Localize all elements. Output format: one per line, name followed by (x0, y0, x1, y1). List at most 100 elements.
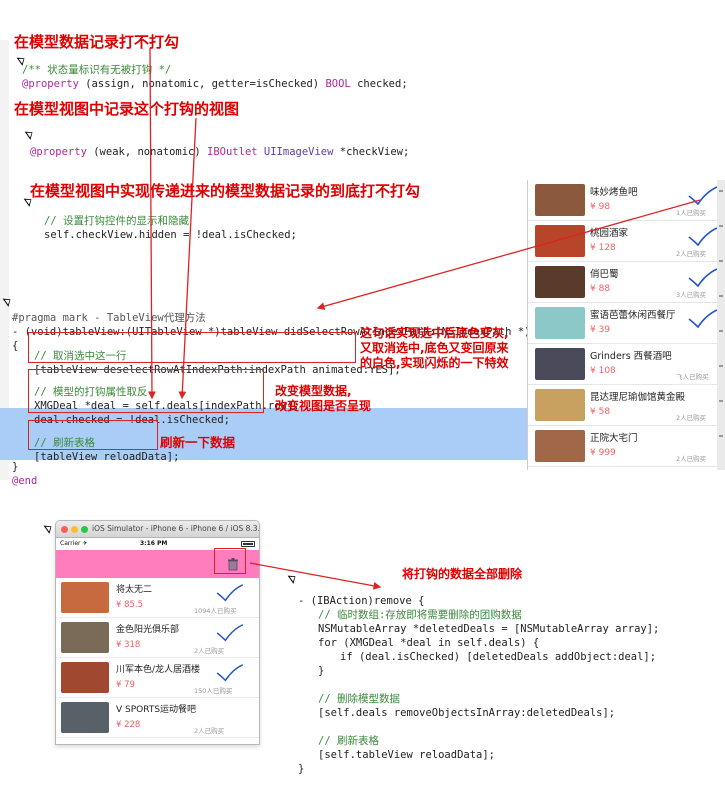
code-line: @property (assign, nonatomic, getter=isC… (22, 78, 408, 90)
deal-title: 金色阳光俱乐部 (116, 625, 180, 635)
deal-title: 蜜语芭蕾休闲西餐厅 (590, 310, 676, 321)
deal-thumbnail (535, 266, 585, 298)
deals-table-view[interactable]: 味妙烤鱼吧 ¥ 98 1人已购买 桃园酒家 ¥ 128 2人已购买 俏巴蜀 ¥ 88 3人已购买… (527, 180, 724, 470)
deal-row[interactable]: 俏巴蜀 ¥ 88 3人已购买 (528, 262, 724, 303)
mouse-cursor-icon (287, 572, 299, 584)
deal-price: ¥ 39 (590, 325, 611, 335)
deal-sold-count: 150人已购买 (194, 687, 233, 695)
code-block-checkview-outlet: @property (weak, nonatomic) IBOutlet UII… (30, 131, 409, 159)
deal-sold-count: 2人已购买 (676, 250, 707, 258)
deal-row[interactable]: 将太无二 ¥ 85.5 1094人已购买 (56, 578, 259, 618)
deal-title: 桃园酒家 (590, 228, 629, 239)
deal-sold-count: 2人已购买 (676, 414, 707, 422)
carrier-label: Carrier ✈ (60, 540, 88, 547)
code-line: [self.deals removeObjectsInArray:deleted… (318, 707, 616, 719)
mouse-cursor-icon (43, 522, 55, 534)
checkmark-icon (216, 624, 244, 642)
close-button[interactable] (61, 526, 68, 533)
deal-title: 昆达理尼瑜伽馆黄金殿 (590, 392, 686, 403)
deal-row[interactable]: 蜜语芭蕾休闲西餐厅 ¥ 39 (528, 303, 724, 344)
code-line: } (318, 665, 325, 677)
code-brace: } (12, 461, 19, 473)
deal-price: ¥ 128 (590, 243, 616, 253)
deal-thumbnail (535, 389, 585, 421)
status-time: 3:16 PM (140, 540, 168, 547)
code-comment: /** 状态量标识有无被打钩 */ (22, 64, 172, 76)
deal-row[interactable]: 桃园酒家 ¥ 128 2人已购买 (528, 221, 724, 262)
scroll-tick (719, 330, 723, 332)
deal-sold-count: 2人已购买 (194, 647, 225, 655)
checkmark-icon (216, 584, 244, 602)
checkmark-icon (688, 227, 718, 247)
deal-row[interactable]: Grinders 西餐酒吧 ¥ 108 飞人已购买 (528, 344, 724, 385)
code-comment: // 刷新表格 (318, 735, 379, 747)
annotation-model-view-record: 在模型视图中记录这个打钩的视图 (14, 100, 240, 118)
deal-price: ¥ 58 (590, 407, 611, 417)
annotation-deselect-effect: 这句话实现选中后底色变灰, 又取消选中,底色又变回原来 的白色,实现闪烁的一下特效 (360, 326, 509, 370)
zoom-button[interactable] (81, 526, 88, 533)
annotation-box-reload (28, 420, 158, 450)
deal-price: ¥ 85.5 (116, 600, 144, 610)
deal-thumbnail (61, 622, 109, 653)
deal-row[interactable]: V SPORTS运动餐吧 ¥ 228 2人已购买 (56, 698, 259, 738)
deal-row[interactable]: 金色阳光俱乐部 ¥ 318 2人已购买 (56, 618, 259, 658)
deal-thumbnail (61, 662, 109, 693)
deal-title: Grinders 西餐酒吧 (590, 351, 672, 362)
code-comment: // 删除模型数据 (318, 693, 400, 705)
checkmark-icon (216, 664, 244, 682)
deal-sold-count: 1094人已购买 (194, 607, 237, 615)
deal-title: 将太无二 (116, 585, 153, 595)
minimize-button[interactable] (71, 526, 78, 533)
checkmark-icon (688, 186, 718, 206)
editor-scrollbar[interactable] (717, 180, 725, 470)
deal-row[interactable]: 川军本色/龙人居酒楼 ¥ 79 150人已购买 (56, 658, 259, 698)
deal-price: ¥ 999 (590, 448, 616, 458)
deal-price: ¥ 318 (116, 640, 141, 650)
code-block-close: } @end (12, 446, 37, 502)
deal-row[interactable]: 昆达理尼瑜伽馆黄金殿 ¥ 58 2人已购买 (528, 385, 724, 426)
scroll-tick (719, 400, 723, 402)
code-comment: // 临时数组:存放即将需要删除的团购数据 (318, 609, 522, 621)
deal-price: ¥ 98 (590, 202, 611, 212)
deal-title: 川军本色/龙人居酒楼 (116, 665, 201, 675)
scroll-tick (719, 435, 723, 437)
deal-title: V SPORTS运动餐吧 (116, 705, 197, 715)
annotation-model-view-implement: 在模型视图中实现传递进来的模型数据记录的到底打不打勾 (30, 182, 421, 200)
code-brace: } (298, 763, 305, 775)
code-line: [self.tableView reloadData]; (318, 749, 496, 761)
deal-price: ¥ 228 (116, 720, 141, 730)
code-line: if (deal.isChecked) [deletedDeals addObj… (340, 651, 657, 663)
deal-title: 正院大宅门 (590, 433, 638, 444)
code-spacer (298, 720, 659, 734)
annotation-box-trash (214, 548, 246, 574)
deal-sold-count: 2人已购买 (676, 455, 707, 463)
deal-sold-count: 飞人已购买 (676, 373, 709, 381)
code-pragma: #pragma mark - TableView代理方法 (12, 312, 206, 324)
deal-thumbnail (535, 184, 585, 216)
deal-thumbnail (535, 348, 585, 380)
scroll-tick (719, 260, 723, 262)
deal-thumbnail (535, 430, 585, 462)
code-block-checked-property: /** 状态量标识有无被打钩 */ @property (assign, nona… (22, 49, 408, 91)
simulator-title: iOS Simulator - iPhone 6 - iPhone 6 / iO… (92, 524, 260, 533)
deal-price: ¥ 108 (590, 366, 616, 376)
code-line: - (IBAction)remove { (298, 595, 425, 607)
code-line: self.checkView.hidden = !deal.isChecked; (44, 229, 297, 241)
annotation-box-toggle (28, 369, 264, 413)
simulator-title-bar: iOS Simulator - iPhone 6 - iPhone 6 / iO… (56, 521, 259, 538)
code-line: for (XMGDeal *deal in self.deals) { (318, 637, 540, 649)
code-block-remove: - (IBAction)remove { // 临时数组:存放即将需要删除的团购数… (298, 580, 659, 790)
deal-thumbnail (61, 582, 109, 613)
deal-thumbnail (61, 702, 109, 733)
scroll-tick (719, 365, 723, 367)
deal-row[interactable]: 味妙烤鱼吧 ¥ 98 1人已购买 (528, 180, 724, 221)
deal-sold-count: 1人已购买 (676, 209, 707, 217)
checkmark-icon (688, 268, 718, 288)
deal-sold-count: 2人已购买 (194, 727, 225, 735)
code-line: @property (weak, nonatomic) IBOutlet UII… (30, 146, 410, 158)
deal-row[interactable]: 正院大宅门 ¥ 999 2人已购买 (528, 426, 724, 467)
code-block-checkview-hidden: // 设置打钩控件的显示和隐藏 self.checkView.hidden = !… (44, 200, 297, 256)
scroll-tick (719, 225, 723, 227)
deal-title: 味妙烤鱼吧 (590, 187, 638, 198)
deal-price: ¥ 88 (590, 284, 611, 294)
